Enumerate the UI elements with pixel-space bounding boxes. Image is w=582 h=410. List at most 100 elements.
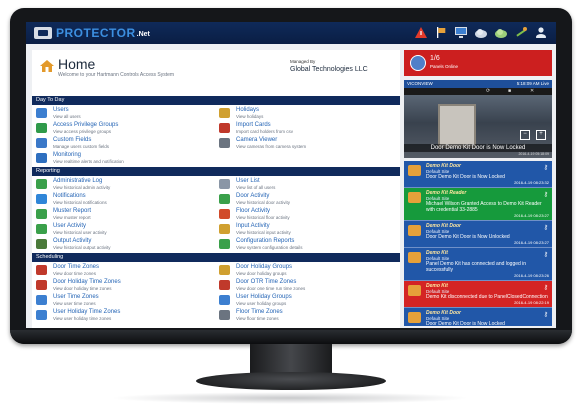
admin-log-icon [36,179,47,189]
menu-item[interactable]: Camera Viewer View cameras from camera sy… [219,137,396,152]
menu-item-label[interactable]: Notifications [53,193,107,200]
menu-item[interactable]: Import Cards Import card holders from csv [219,122,396,137]
menu-item[interactable]: Door Holiday Groups View door holiday gro… [219,264,396,279]
menu-item-label[interactable]: Input Activity [236,223,291,230]
menu-item[interactable]: Muster Report View muster report [36,208,213,223]
config-reports-icon [219,239,230,249]
menu-item-label[interactable]: User Activity [53,223,107,230]
event-item[interactable]: ⚷ Demo Kit Door Default Site Door Demo Kit … [404,221,552,248]
menu-item-label[interactable]: User Holiday Time Zones [53,309,120,316]
menu-item[interactable]: Output Activity View historical output ac… [36,238,213,253]
menu-item[interactable]: Door OTR Time Zones View door one time ru… [219,279,396,294]
menu-item[interactable]: Notifications View historical notificatio… [36,193,213,208]
door-event-icon [408,285,421,296]
menu-item-label[interactable]: Camera Viewer [236,137,306,144]
menu-item-label[interactable]: Output Activity [53,238,110,245]
event-item[interactable]: ⚷ Demo Kit Default Site Panel Demo Kit has … [404,248,552,281]
menu-item-label[interactable]: Monitoring [53,152,124,159]
menu-item[interactable]: User Time Zones View user time zones [36,294,213,309]
menu-item-label[interactable]: Door Activity [236,193,290,200]
menu-item-text: Muster Report View muster report [53,208,91,220]
camera-zoom-out-icon[interactable]: − [520,130,530,140]
menu-item[interactable]: Input Activity View historical input acti… [219,223,396,238]
event-time: 2016-4-19 08:23:26 [514,273,549,278]
menu-item-label[interactable]: Holidays [236,107,263,114]
event-feed: ⚷ Demo Kit Door Default Site Door Demo Kit … [404,161,552,326]
alert-icon[interactable] [414,26,428,39]
menu-item[interactable]: Door Activity View historical door activi… [219,193,396,208]
menu-item-label[interactable]: Door Holiday Time Zones [53,279,121,286]
menu-item-text: Input Activity View historical input acti… [236,223,291,235]
menu-item-desc: View door holiday groups [236,271,287,276]
menu-item-label[interactable]: Door Time Zones [53,264,99,271]
key-icon: ⚷ [543,165,548,171]
menu-item-label[interactable]: Users [53,107,81,114]
menu-item-label[interactable]: Import Cards [236,122,293,129]
menu-item-desc: View historical notifications [53,200,107,205]
menu-item[interactable]: User Holiday Time Zones View user holiday… [36,309,213,324]
event-time: 2016-4-19 08:23:27 [514,240,549,245]
menu-item-desc: View cameras from camera system [236,144,307,149]
menu-item[interactable]: User List View list of all users [219,178,396,193]
menu-item-label[interactable]: Door OTR Time Zones [236,279,305,286]
panels-online-widget[interactable]: 1/6 Panels Online [404,50,552,76]
menu-item-label[interactable]: Floor Time Zones [236,309,283,316]
menu-item[interactable]: Custom Fields Manage users custom fields [36,137,213,152]
event-item[interactable]: ⚷ Demo Kit Default Site Demo Kit disconnect… [404,281,552,308]
event-item[interactable]: ⚷ Demo Kit Door Default Site Door Demo Kit … [404,161,552,188]
top-navbar: PROTECTOR .Net [26,22,556,44]
menu-item-label[interactable]: User List [236,178,275,185]
menu-item[interactable]: Holidays View holidays [219,107,396,122]
menu-item-label[interactable]: Administrative Log [53,178,110,185]
camera-feed[interactable]: VICONVIEW 5:18:09 AM Live ⟳ ■ ✕ − + Door… [404,80,552,158]
camera-fullscreen-icon[interactable]: ■ [508,88,511,94]
menu-item-desc: Import card holders from csv [236,129,294,134]
brand-suffix: .Net [136,31,150,38]
menu-item[interactable]: Administrative Log View historical admin … [36,178,213,193]
event-item[interactable]: ⚷ Demo Kit Door Default Site Door Demo Kit … [404,308,552,326]
menu-item-label[interactable]: Floor Activity [236,208,290,215]
menu-item-label[interactable]: Door Holiday Groups [236,264,292,271]
menu-item[interactable]: Floor Time Zones View floor time zones [219,309,396,324]
tools-icon[interactable] [514,26,528,39]
flag-icon[interactable] [434,26,448,39]
input-activity-icon [219,224,230,234]
menu-item-text: Door OTR Time Zones View door one time ru… [236,279,305,291]
menu-item[interactable]: Monitoring View realtime alerts and notif… [36,152,213,167]
menu-item-label[interactable]: Custom Fields [53,137,109,144]
panels-online-count: 1/6 [430,55,440,62]
cloud-sync-icon[interactable] [494,26,508,39]
brand-logo[interactable]: PROTECTOR .Net [34,26,150,40]
menu-item-label[interactable]: Access Privilege Groups [53,122,118,129]
access-groups-icon [36,123,47,133]
camera-zoom-in-icon[interactable]: + [536,130,546,140]
menu-item-label[interactable]: Configuration Reports [236,238,302,245]
event-time: 2016-4-19 08:22:19 [514,300,549,305]
door-holiday-groups-icon [219,265,230,275]
menu-item[interactable]: User Activity View historical user activi… [36,223,213,238]
menu-item-label[interactable]: User Time Zones [53,294,99,301]
key-icon: ⚷ [543,312,548,318]
event-item[interactable]: ⚷ Demo Kit Reader Default Site Michael Wils… [404,188,552,221]
menu-item-text: Users View all users [53,107,81,119]
menu-item-label[interactable]: Muster Report [53,208,91,215]
company-name: Global Technologies LLC [290,66,368,73]
menu-item[interactable]: Door Holiday Time Zones View door holiday… [36,279,213,294]
door-event-icon [408,192,421,203]
menu-item[interactable]: Floor Activity View historical floor acti… [219,208,396,223]
section-grid: Administrative Log View historical admin … [32,176,400,253]
cloud-icon[interactable] [474,26,488,39]
camera-refresh-icon[interactable]: ⟳ [486,88,490,94]
menu-item[interactable]: Users View all users [36,107,213,122]
menu-item[interactable]: Access Privilege Groups View access privi… [36,122,213,137]
menu-item-label[interactable]: User Holiday Groups [236,294,292,301]
user-menu-icon[interactable] [534,26,548,39]
main-content: Home Welcome to your Hartmann Controls A… [32,50,400,328]
menu-item-text: User Time Zones View user time zones [53,294,99,306]
monitor-icon[interactable] [454,26,468,39]
menu-item[interactable]: User Holiday Groups View user holiday gro… [219,294,396,309]
camera-caption: Door Demo Kit Door is Now Locked [404,144,552,152]
menu-item[interactable]: Door Time Zones View door time zones [36,264,213,279]
menu-item[interactable]: Configuration Reports View system configu… [219,238,396,253]
camera-close-icon[interactable]: ✕ [530,88,534,94]
